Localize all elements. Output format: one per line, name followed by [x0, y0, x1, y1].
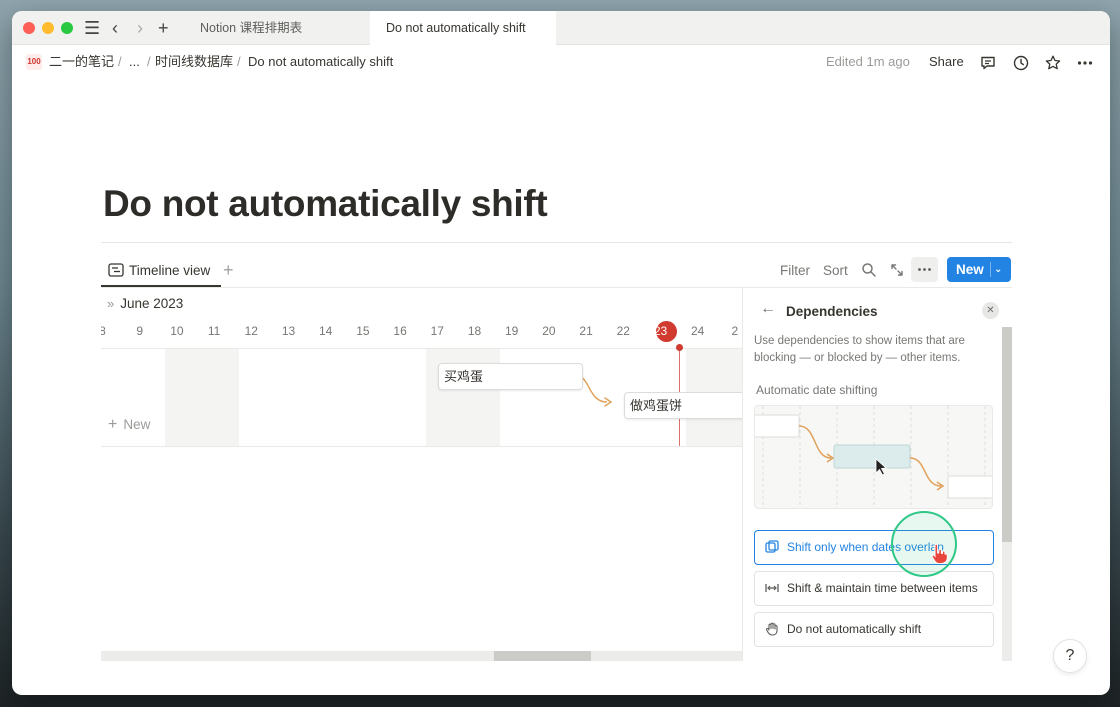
- timeline-item-buy-eggs[interactable]: 买鸡蛋: [438, 363, 583, 390]
- day-label: 24: [691, 324, 705, 338]
- maintain-gap-icon: [765, 584, 779, 592]
- day-label: 13: [281, 324, 296, 338]
- option-maintain-gap[interactable]: Shift & maintain time between items: [754, 571, 994, 606]
- page-title[interactable]: Do not automatically shift: [103, 183, 548, 225]
- panel-description: Use dependencies to show items that are …: [754, 335, 965, 364]
- date-shifting-illustration: [754, 405, 993, 509]
- timeline: » June 2023 8 9 10 11 12 13 14 15 16 17 18 19 20 21 22 2…: [101, 288, 742, 661]
- day-label: 8: [101, 324, 106, 338]
- day-label: 21: [579, 324, 593, 338]
- minimize-window-button[interactable]: [42, 22, 54, 34]
- month-text: June 2023: [120, 296, 184, 311]
- close-panel-button[interactable]: ✕: [982, 302, 999, 319]
- edited-status: Edited 1m ago: [826, 54, 910, 69]
- plus-icon: +: [108, 416, 118, 433]
- day-label: 20: [542, 324, 556, 338]
- add-row-button[interactable]: + New: [108, 416, 150, 434]
- shift-overlap-icon: [765, 540, 779, 553]
- day-label: 22: [616, 324, 630, 338]
- maximize-window-button[interactable]: [61, 22, 73, 34]
- section-label: Automatic date shifting: [756, 383, 878, 397]
- month-label: » June 2023: [107, 296, 183, 311]
- dependencies-panel: ← Dependencies ✕ Use dependencies to sho…: [742, 288, 1014, 661]
- menu-icon[interactable]: ☰: [84, 17, 100, 39]
- add-row-label: New: [123, 417, 151, 432]
- expand-icon[interactable]: [889, 262, 905, 278]
- vertical-scroll-thumb[interactable]: [1002, 327, 1012, 542]
- new-button-label: New: [956, 262, 984, 277]
- new-button-separator: [990, 262, 991, 277]
- divider: [101, 242, 1012, 243]
- breadcrumb-ellipsis[interactable]: ...: [129, 45, 140, 79]
- breadcrumb-workspace[interactable]: 二一的笔记: [49, 45, 114, 79]
- breadcrumb-database[interactable]: 时间线数据库: [155, 45, 233, 79]
- forward-icon[interactable]: ›: [137, 17, 143, 39]
- weekend-column: [165, 349, 239, 446]
- title-bar: ☰ ‹ › + Notion 课程排期表 Do not automaticall…: [12, 11, 1110, 45]
- new-item-button[interactable]: New ⌄: [947, 257, 1011, 282]
- panel-title: Dependencies: [786, 304, 878, 319]
- timeline-item-make-egg-pancake[interactable]: 做鸡蛋饼: [624, 392, 742, 419]
- app-window: ☰ ‹ › + Notion 课程排期表 Do not automaticall…: [12, 11, 1110, 695]
- breadcrumb-separator: /: [147, 54, 151, 69]
- hand-pointer-cursor-icon: [931, 543, 948, 564]
- back-icon[interactable]: ‹: [112, 17, 118, 39]
- option-label: Do not automatically shift: [787, 622, 922, 636]
- tab-course-schedule[interactable]: Notion 课程排期表: [184, 11, 370, 45]
- search-icon[interactable]: [861, 262, 877, 278]
- day-label: 18: [467, 324, 482, 338]
- option-do-not-shift[interactable]: Do not automatically shift: [754, 612, 994, 647]
- workspace-emoji-icon: 100: [26, 54, 42, 70]
- close-window-button[interactable]: [23, 22, 35, 34]
- day-label: 11: [207, 324, 221, 338]
- option-shift-when-overlap[interactable]: Shift only when dates overlap: [754, 530, 994, 565]
- day-label: 15: [356, 324, 370, 338]
- sort-button[interactable]: Sort: [823, 254, 848, 287]
- day-label: 10: [170, 324, 184, 338]
- horizontal-scrollbar[interactable]: [101, 651, 742, 661]
- database-more-button[interactable]: [911, 257, 938, 282]
- back-arrow-icon[interactable]: ←: [760, 300, 776, 318]
- day-label: 2: [731, 324, 739, 338]
- breadcrumb-separator: /: [118, 54, 122, 69]
- option-label: Shift & maintain time between items: [787, 581, 978, 595]
- page-header: 100 二一的笔记 / ... / 时间线数据库 / Do not automa…: [12, 45, 1110, 79]
- more-options-icon[interactable]: [1076, 54, 1094, 72]
- history-icon[interactable]: [1012, 54, 1030, 72]
- day-label: 14: [319, 324, 333, 338]
- day-label: 19: [505, 324, 519, 338]
- day-label: 23: [653, 324, 668, 338]
- add-view-icon[interactable]: +: [223, 254, 234, 287]
- new-tab-icon[interactable]: +: [158, 17, 169, 39]
- help-button[interactable]: ?: [1053, 639, 1087, 673]
- day-label: 17: [430, 324, 444, 338]
- tab-current-page[interactable]: Do not automatically shift: [370, 11, 556, 45]
- favorite-star-icon[interactable]: [1044, 54, 1062, 72]
- filter-button[interactable]: Filter: [780, 254, 810, 287]
- vertical-scrollbar[interactable]: [1002, 327, 1012, 661]
- day-label: 16: [393, 324, 407, 338]
- day-label: 9: [136, 324, 144, 338]
- horizontal-scroll-thumb[interactable]: [494, 651, 591, 661]
- breadcrumb-separator: /: [237, 54, 241, 69]
- tab-timeline-view[interactable]: Timeline view: [129, 254, 210, 287]
- timeline-view-icon: [108, 263, 124, 277]
- collapse-chevrons-icon[interactable]: »: [107, 296, 114, 311]
- today-line-knob: [676, 344, 683, 351]
- grid-line: [101, 446, 742, 447]
- day-label: 12: [244, 324, 258, 338]
- breadcrumb-page[interactable]: Do not automatically shift: [248, 45, 393, 79]
- comment-icon[interactable]: [979, 54, 997, 72]
- more-dots-icon: [918, 268, 931, 271]
- chevron-down-icon[interactable]: ⌄: [994, 257, 1002, 282]
- grid-line: [101, 348, 742, 349]
- hand-icon: [766, 622, 778, 636]
- share-button[interactable]: Share: [929, 45, 964, 79]
